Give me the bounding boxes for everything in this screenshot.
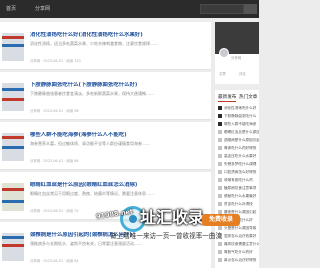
article-card[interactable]: 颈椎病是什么原因引起的(颈椎病怎么治疗) 颈椎病多与长期低头、姿势不良有关，日常… (0, 222, 211, 268)
search-input[interactable] (200, 4, 244, 14)
article-card[interactable]: 下肢静脉曲张吃什么(下肢静脉曲张吃什么好) 下肢静脉曲张患者饮食宜清淡，多吃新鲜… (0, 72, 211, 120)
article-thumbnail[interactable] (0, 230, 26, 264)
article-title[interactable]: 消化性溃疡吃什么好(消化性溃疡吃什么水果好) (30, 32, 208, 39)
sidebar-list-item[interactable]: 消化性溃疡吃什么好 (215, 104, 259, 112)
profile-name: 分享网 (231, 56, 242, 60)
avatar[interactable] (219, 48, 229, 58)
article-card[interactable]: 消化性溃疡吃什么好(消化性溃疡吃什么水果好) 消化性溃疡，适当多吃蔬菜水果、少吃… (0, 22, 211, 70)
article-title[interactable]: 哪些人群不能吃海参(海参什么人不能吃) (30, 132, 208, 139)
article-excerpt: 颈椎病多与长期低头、姿势不良有关，日常要注意颈部活动…… (30, 241, 142, 246)
article-meta: 分享网 · 2023-06-01 · 阅读 86 (30, 159, 79, 163)
search-button[interactable] (244, 4, 257, 14)
sidebar-list-item[interactable]: 颈椎病是什么原因引起的 (215, 136, 259, 144)
article-title[interactable]: 下肢静脉曲张吃什么(下肢静脉曲张吃什么好) (30, 82, 208, 89)
profile-stat: 评论 (239, 72, 246, 76)
watermark-slogan: 做上墙唯一来访一页一曾收视率一曲流 (110, 232, 223, 240)
profile-stat: 文章 (219, 72, 226, 76)
watermark-title: 址汇收录 (140, 208, 205, 227)
profile-card: 分享网 文章 评论 (215, 22, 259, 84)
article-title[interactable]: 眼睛红血丝是什么原因(眼睛红血丝怎么消除) (30, 182, 208, 189)
tab-popular[interactable]: 热门文章 (239, 94, 257, 101)
sidebar-list-item[interactable]: 痛风饮食需要注意什么 (215, 240, 259, 248)
top-nav-bar: 首页 分享网 (0, 0, 259, 18)
nav-item-home[interactable]: 首页 (6, 5, 16, 13)
watermark-tag: 免费收录 (202, 214, 240, 226)
article-excerpt: 海参营养丰富，但过敏体质、肾功能不全等人群应谨慎食用海参…… (30, 141, 150, 146)
article-excerpt: 下肢静脉曲张患者饮食宜清淡，多吃新鲜蔬菜水果，保持大便通畅…… (30, 91, 154, 96)
sidebar-list-item[interactable]: 鼻炎怎么治疗好得快 (215, 256, 259, 264)
article-thumbnail[interactable] (0, 30, 26, 64)
article-thumbnail[interactable] (0, 80, 26, 114)
sidebar-list-item[interactable]: 咳嗽有痰吃什么药 (215, 176, 259, 184)
sidebar-list-item[interactable]: 哪些人群不能吃海参 (215, 120, 259, 128)
article-excerpt: 眼睛红血丝常见于用眼过度、熬夜、结膜炎等情况，需要注意休息…… (30, 191, 154, 196)
sidebar-list-item[interactable]: 糖尿病饮食注意事项 (215, 184, 259, 192)
sidebar-list-item[interactable]: 胃疼吃什么药好得快 (215, 144, 259, 152)
sidebar-list-item[interactable]: 口腔溃疡怎么好得快 (215, 168, 259, 176)
sidebar-list-item[interactable]: 便秘吃什么水果最好 (215, 192, 259, 200)
latest-posts-panel: 最新发布 热门文章 消化性溃疡吃什么好 下肢静脉曲张吃什么 哪些人群不能吃海参 … (215, 90, 259, 268)
sidebar-list-item[interactable]: 贫血吃什么补得快 (215, 200, 259, 208)
article-meta: 分享网 · 2023-06-01 · 阅读 120 (30, 59, 81, 63)
sidebar-list-item[interactable]: 失眠多梦吃什么调理 (215, 160, 259, 168)
article-meta: 分享网 · 2023-06-01 · 阅读 64 (30, 259, 79, 263)
article-thumbnail[interactable] (0, 130, 26, 164)
article-thumbnail[interactable] (0, 180, 26, 214)
article-excerpt: 消化性溃疡，适当多吃蔬菜水果、少吃辛辣刺激食物，注意饮食规律…… (30, 41, 158, 46)
sidebar-list-item[interactable]: 高血压吃什么水果好 (215, 152, 259, 160)
sidebar-list-item[interactable]: 下肢静脉曲张吃什么 (215, 112, 259, 120)
tab-latest[interactable]: 最新发布 (218, 94, 237, 102)
sidebar-list-item[interactable]: 眼睛红血丝是什么原因 (215, 128, 259, 136)
sidebar-list-item[interactable]: 胃胀气吃什么药好 (215, 248, 259, 256)
article-card[interactable]: 哪些人群不能吃海参(海参什么人不能吃) 海参营养丰富，但过敏体质、肾功能不全等人… (0, 122, 211, 170)
nav-item-share[interactable]: 分享网 (35, 5, 50, 13)
article-meta: 分享网 · 2023-06-01 · 阅读 98 (30, 109, 79, 113)
